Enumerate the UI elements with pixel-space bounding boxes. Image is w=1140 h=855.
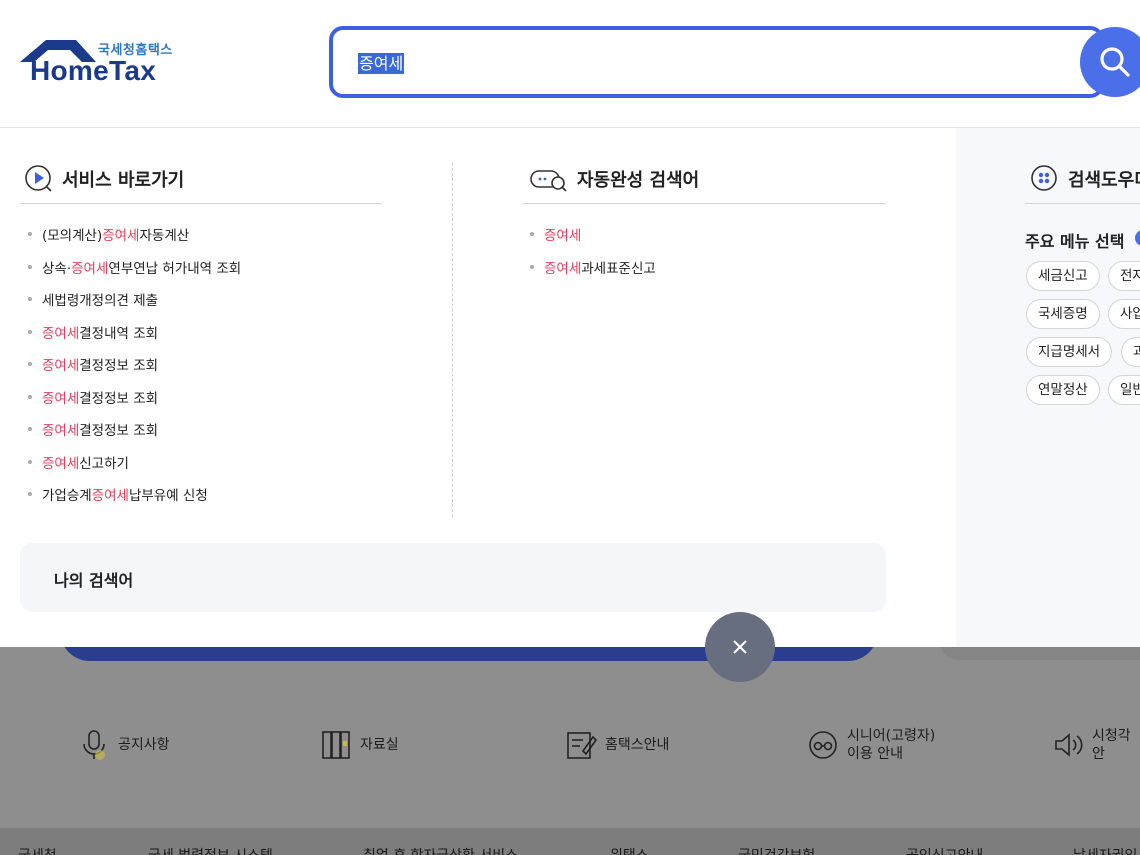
chevron-down-icon: ⌄ xyxy=(690,848,700,855)
footer-links: 국세청 ⌄ 국세 법령정보 시스템 ⌄ 취업 후 학자금상환 서비스 ⌄ 위택스… xyxy=(0,828,1140,855)
menu-chip[interactable]: 지급명세서 xyxy=(1026,337,1113,367)
column-divider xyxy=(452,163,453,517)
menu-chip[interactable]: 전자 xyxy=(1108,261,1140,291)
menu-chip[interactable]: 세금신고 xyxy=(1026,261,1100,291)
footer-link[interactable]: 국세 법령정보 시스템 xyxy=(148,845,273,855)
menu-select-label: 주요 메뉴 선택 xyxy=(1025,232,1125,251)
quick-link-label: 자료실 xyxy=(360,737,399,753)
quick-link-archive[interactable]: 자료실 xyxy=(320,720,399,770)
footer-link[interactable]: 납세자권익 xyxy=(1073,845,1137,855)
speaker-icon xyxy=(1052,729,1084,761)
header: 국세청홈택스 HomeTax 증여세 xyxy=(0,0,1140,128)
divider xyxy=(20,203,382,204)
service-link[interactable]: (모의계산) 증여세 자동계산 xyxy=(28,218,241,251)
services-title: 서비스 바로가기 xyxy=(24,164,184,194)
divider xyxy=(1025,203,1140,204)
service-link[interactable]: 가업승계 증여세 납부유예 신청 xyxy=(28,478,241,511)
service-link[interactable]: 증여세 결정정보 조회 xyxy=(28,413,241,446)
services-list: (모의계산) 증여세 자동계산 상속· 증여세 연부연납 허가내역 조회 세법령개… xyxy=(28,218,241,511)
menu-chip[interactable]: 일반 xyxy=(1108,375,1140,405)
keyword-search-icon xyxy=(530,170,567,192)
chevron-down-icon: ⌄ xyxy=(858,848,868,855)
menu-chip[interactable]: 연말정산 xyxy=(1026,375,1100,405)
my-search-title: 나의 검색어 xyxy=(54,571,134,590)
play-circle-icon xyxy=(25,165,52,192)
quick-link-label: 홈택스안내 xyxy=(605,737,670,753)
close-icon xyxy=(733,640,747,654)
service-link[interactable]: 상속· 증여세 연부연납 허가내역 조회 xyxy=(28,251,241,284)
hometax-logo[interactable]: 국세청홈택스 HomeTax xyxy=(18,36,183,92)
chevron-down-icon: ⌄ xyxy=(315,848,325,855)
grid-circle-icon xyxy=(1031,165,1057,191)
archive-icon xyxy=(320,729,352,761)
menu-chip[interactable]: 사업 xyxy=(1108,299,1140,329)
quick-links: 공지사항 자료실 홈택스안내 시니어(고령자) 이용 안내 시청각안 xyxy=(0,720,1140,770)
quick-link-guide[interactable]: 홈택스안내 xyxy=(565,720,669,770)
service-link[interactable]: 증여세 결정내역 조회 xyxy=(28,316,241,349)
autocomplete-list: 증여세 증여세 과세표준신고 xyxy=(530,218,656,283)
menu-chip[interactable]: 국세증명 xyxy=(1026,299,1100,329)
search-helper-title: 검색도우미 xyxy=(1030,164,1140,194)
divider xyxy=(522,203,886,204)
logo-title: HomeTax xyxy=(30,55,157,86)
footer-link[interactable]: 위택스 xyxy=(610,845,649,855)
autocomplete-title: 자동완성 검색어 xyxy=(529,164,699,194)
microphone-icon xyxy=(78,729,110,761)
service-link[interactable]: 증여세 신고하기 xyxy=(28,446,241,479)
chevron-down-icon: ⌄ xyxy=(1025,848,1035,855)
senior-icon xyxy=(807,729,839,761)
service-link[interactable]: 세법령개정의견 제출 xyxy=(28,283,241,316)
service-link[interactable]: 증여세 결정정보 조회 xyxy=(28,381,241,414)
search-overlay: 국세청홈택스 HomeTax 증여세 서비스 바로가기 (모의계산) 증여세 자… xyxy=(0,0,1140,647)
search-input[interactable]: 증여세 xyxy=(329,26,1104,98)
chevron-down-icon: ⌄ xyxy=(560,848,570,855)
my-search-box: 나의 검색어 xyxy=(20,543,886,612)
search-query[interactable]: 증여세 xyxy=(358,50,405,74)
footer-link[interactable]: 취업 후 학자금상환 서비스 xyxy=(363,845,518,855)
quick-link-senior[interactable]: 시니어(고령자) 이용 안내 xyxy=(807,720,935,770)
footer-link[interactable]: 국세청 xyxy=(18,845,57,855)
quick-link-label: 공지사항 xyxy=(118,737,170,753)
guide-icon xyxy=(565,729,597,761)
footer-link[interactable]: 공인신고안내 xyxy=(906,845,983,855)
chevron-down-icon: ⌄ xyxy=(100,848,110,855)
autocomplete-item[interactable]: 증여세 과세표준신고 xyxy=(530,251,656,284)
search-icon xyxy=(1100,47,1130,77)
service-link[interactable]: 증여세 결정정보 조회 xyxy=(28,348,241,381)
quick-link-label: 시청각안 xyxy=(1092,728,1131,762)
footer-link[interactable]: 국민건강보험 xyxy=(738,845,815,855)
quick-link-accessibility[interactable]: 시청각안 xyxy=(1052,720,1140,770)
close-button[interactable] xyxy=(705,612,775,682)
quick-link-notice[interactable]: 공지사항 xyxy=(78,720,170,770)
autocomplete-item[interactable]: 증여세 xyxy=(530,218,656,251)
quick-link-label: 시니어(고령자) 이용 안내 xyxy=(847,728,936,762)
